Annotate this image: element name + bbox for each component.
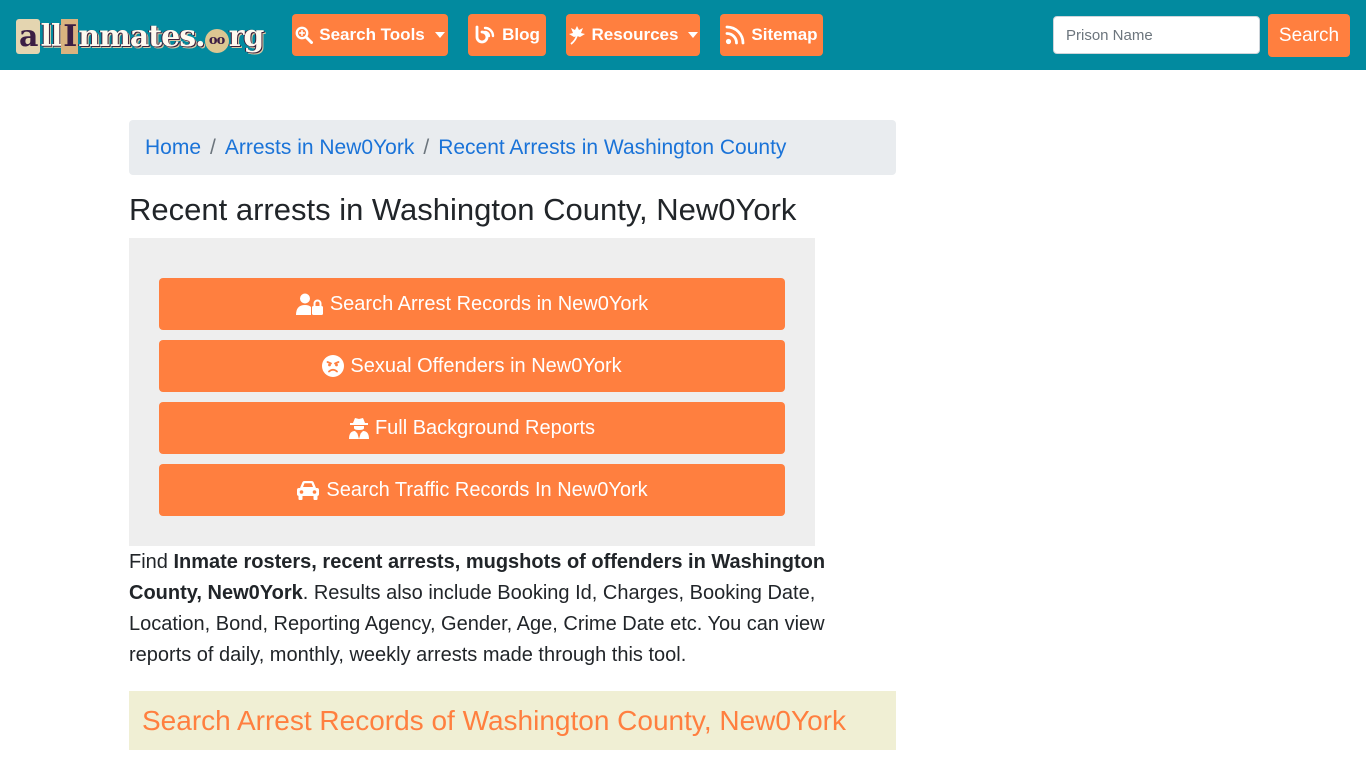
prison-name-search-input[interactable] — [1053, 16, 1260, 54]
car-icon — [296, 480, 320, 500]
top-navbar: a llInmates. oo rg Search Tools Blog Resour… — [0, 0, 1366, 70]
site-logo[interactable]: a llInmates. oo rg — [16, 16, 268, 56]
full-background-reports-button[interactable]: Full Background Reports — [159, 402, 785, 454]
logo-letter-i: I — [61, 18, 79, 54]
logo-letters-ll: ll — [40, 18, 62, 54]
breadcrumb-separator: / — [210, 135, 216, 159]
blog-icon — [474, 25, 496, 45]
rss-icon — [725, 25, 745, 45]
page-title: Recent arrests in Washington County, New… — [129, 192, 797, 227]
nav-search-tools-label: Search Tools — [319, 25, 425, 44]
search-plus-icon — [295, 26, 314, 44]
caret-down-icon — [688, 32, 699, 38]
search-arrest-records-button[interactable]: Search Arrest Records in New0York — [159, 278, 785, 330]
nav-blog-label: Blog — [502, 25, 540, 44]
logo-wordmark: a llInmates. oo rg — [16, 18, 265, 54]
nav-resources-dropdown[interactable]: Resources — [566, 14, 700, 56]
handcuffs-icon: oo — [204, 28, 229, 53]
breadcrumb: Home / Arrests in New0York / Recent Arre… — [129, 120, 896, 175]
breadcrumb-arrests-state[interactable]: Arrests in New0York — [225, 136, 414, 160]
nav-blog-link[interactable]: Blog — [468, 14, 546, 56]
user-secret-icon — [348, 417, 369, 439]
logo-letters-nmates: nmates. — [78, 18, 205, 54]
caret-down-icon — [434, 32, 445, 38]
nav-search-tools-dropdown[interactable]: Search Tools — [292, 14, 448, 56]
search-arrest-records-label: Search Arrest Records in New0York — [329, 292, 649, 315]
nav-sitemap-link[interactable]: Sitemap — [720, 14, 823, 56]
search-traffic-records-label: Search Traffic Records In New0York — [326, 478, 648, 501]
sexual-offenders-button[interactable]: Sexual Offenders in New0York — [159, 340, 785, 392]
description-prefix: Find — [129, 551, 174, 573]
search-arrest-records-section: Search Arrest Records of Washington Coun… — [129, 691, 896, 750]
search-traffic-records-button[interactable]: Search Traffic Records In New0York — [159, 464, 785, 516]
logo-letters-rg: rg — [228, 18, 265, 54]
nav-resources-label: Resources — [591, 25, 679, 44]
breadcrumb-recent-arrests-county[interactable]: Recent Arrests in Washington County — [438, 136, 786, 160]
action-buttons-panel: Search Arrest Records in New0York Sexual… — [129, 238, 815, 546]
angry-face-icon — [322, 355, 345, 377]
logo-letter-a: a — [16, 18, 41, 54]
nav-sitemap-label: Sitemap — [751, 25, 818, 44]
full-background-reports-label: Full Background Reports — [374, 416, 596, 439]
leaf-icon — [568, 25, 586, 45]
breadcrumb-separator: / — [423, 135, 430, 159]
section-heading: Search Arrest Records of Washington Coun… — [142, 704, 846, 736]
intro-description: Find Inmate rosters, recent arrests, mug… — [129, 547, 849, 671]
user-lock-icon — [295, 293, 324, 315]
breadcrumb-home[interactable]: Home — [145, 136, 201, 160]
sexual-offenders-label: Sexual Offenders in New0York — [350, 354, 622, 377]
search-button[interactable]: Search — [1268, 14, 1350, 57]
